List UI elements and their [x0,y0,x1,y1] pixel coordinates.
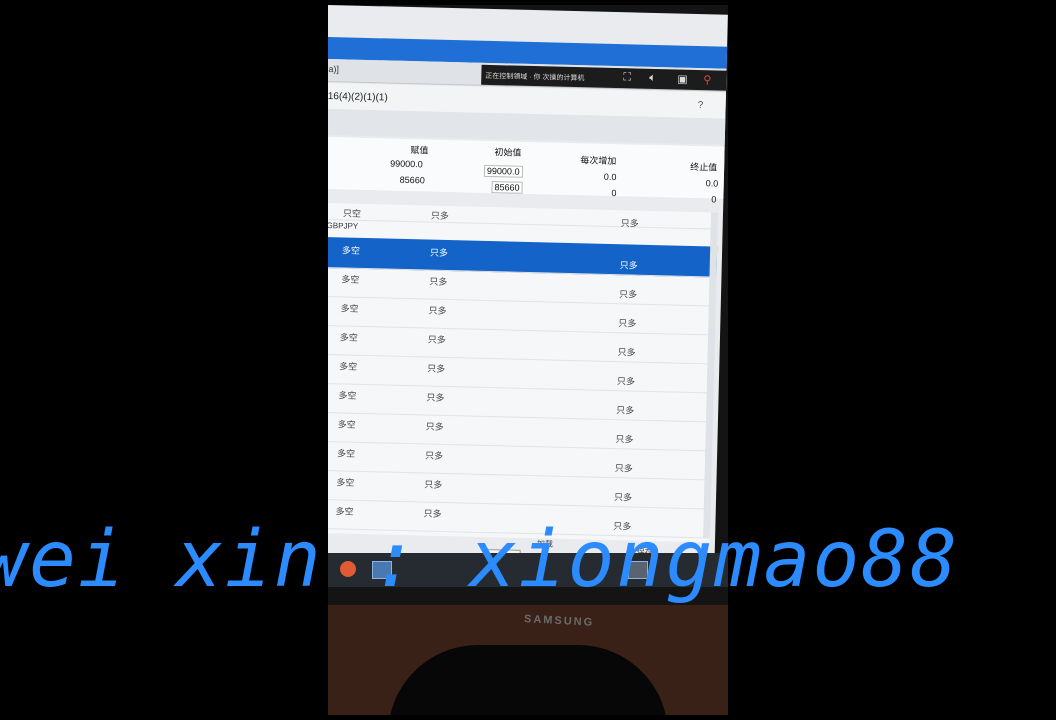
grid-cell: 只空 [342,208,362,219]
grid-cell: 只多 [428,305,447,316]
grid-cell: 多空 [341,245,361,256]
param-row1-start[interactable]: 99000.0 [483,164,523,178]
monitor-screen: a)] 正在控制領域 · 你 次操的计算机 ⛶ 🔈︎ ▣ ⚲ 16(4)(2)(… [328,5,728,575]
grid-cell: 多空 [339,361,358,372]
dialog-title: 16(4)(2)(1)(1) [328,91,388,104]
grid-cell: 只多 [424,450,444,461]
grid-cell: 多空 [337,419,356,430]
param-row2-step[interactable]: 0 [611,188,616,198]
header-step: 每次增加 [580,155,617,167]
grid-cell: 只多 [424,479,443,490]
header-end: 终止值 [690,161,718,173]
grid-cell: 只多 [618,289,638,300]
window-icon[interactable]: ▣ [677,73,688,86]
grid-cell: 只多 [429,276,448,287]
watermark-text: wei xin : xiongmao88 [0,515,960,605]
grid-cell: 只多 [430,210,450,222]
grid-cell: 多空 [341,274,360,285]
grid-cell: 多空 [336,477,355,488]
grid-header-row[interactable]: 只空 只多 只多 [328,202,719,230]
photo-of-monitor: SAMSUNG a)] 正在控制領域 · 你 次操的计算机 ⛶ 🔈︎ ▣ ⚲ 1… [328,5,728,715]
grid-cell: 只多 [427,334,446,345]
header-value: 赋值 [410,145,429,156]
fullscreen-icon[interactable]: ⛶ [623,71,631,84]
grid-cell: 只多 [620,218,639,229]
remote-message: 正在控制領域 · 你 次操的计算机 [485,72,585,83]
grid-cell: 多空 [339,332,359,343]
pin-icon[interactable]: ⚲ [703,73,711,86]
grid-cell: 多空 [338,390,357,401]
grid-cell: 只多 [617,347,636,358]
grid-cell: 只多 [614,463,633,474]
grid-cell: 只多 [616,376,636,387]
header-start: 初始值 [494,147,522,158]
param-row1-step[interactable]: 0.0 [604,172,617,182]
grid-cell: 只多 [426,392,445,403]
grid-cell: 只多 [429,247,449,259]
param-row1-value[interactable]: 99000.0 [390,159,423,170]
grid-cell: 只多 [613,492,633,503]
grid-cell: 只多 [619,260,638,271]
grid-cell: 只多 [618,318,637,329]
parameter-table: 赋值 初始值 每次增加 终止值 99000.0 99000.0 0.0 0.0 … [328,136,728,205]
symbol-label: GBPJPY [328,221,359,231]
help-button[interactable]: ? [698,100,704,111]
grid-cell: 只多 [427,363,446,374]
grid-cell: 只多 [616,405,635,416]
param-row2-end[interactable]: 0 [711,194,716,204]
param-row2-value[interactable]: 85660 [400,175,425,186]
grid-cell: 只多 [615,434,634,445]
grid-cell: 多空 [340,303,359,314]
param-row2-start[interactable]: 85660 [491,181,523,194]
grid-cell: 只多 [425,421,444,432]
param-row1-end[interactable]: 0.0 [706,178,719,188]
address-fragment: a)] [328,64,340,75]
options-grid: 只空 只多 只多 多空 只多 只多 多空 只多 只多 多空 只多 只多 多空 只多 只多 多空 只多 只多多… [328,202,719,543]
sound-icon[interactable]: 🔈︎ [649,72,656,85]
grid-cell: 多空 [336,448,356,459]
